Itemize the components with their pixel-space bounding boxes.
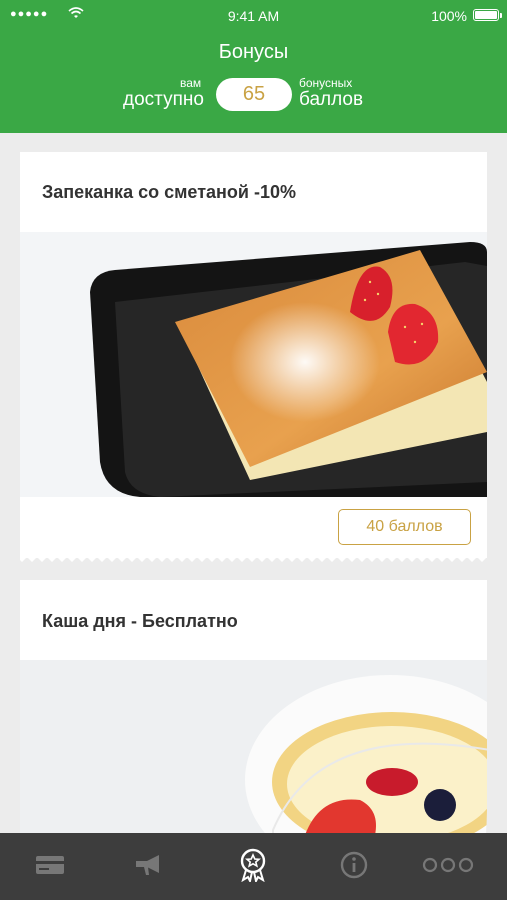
page-title: Бонусы (218, 41, 289, 63)
available-label-small: вам (180, 76, 202, 90)
more-icon (422, 857, 474, 873)
battery-percent: 100% (431, 8, 467, 24)
offer-card[interactable]: Каша дня - Бесплатно (20, 580, 487, 840)
available-label: доступно (123, 89, 204, 110)
tab-promotions[interactable] (120, 843, 180, 887)
redeem-price-button[interactable]: 40 баллов (338, 509, 471, 545)
info-icon (340, 851, 368, 879)
offer-title: Каша дня - Бесплатно (42, 611, 238, 631)
coupon-edge (20, 555, 487, 562)
tab-card[interactable] (20, 843, 80, 887)
tab-info[interactable] (324, 843, 384, 887)
award-icon (240, 848, 266, 882)
megaphone-icon (136, 855, 159, 875)
offer-image-porridge (20, 660, 487, 840)
offer-card[interactable]: Запеканка со сметаной -10% 40 баллов (20, 152, 487, 558)
header: ●●●●● 9:41 AM 100% Бонусы вам доступно 6… (0, 0, 507, 133)
offer-image-casserole (20, 232, 487, 497)
tab-more[interactable] (418, 843, 478, 887)
tab-bonuses[interactable] (223, 843, 283, 887)
points-label-small: бонусных (299, 76, 353, 90)
card-icon (36, 856, 64, 874)
points-label: баллов (299, 89, 364, 110)
points-badge: 65 (216, 78, 292, 111)
status-bar: ●●●●● 9:41 AM 100% (0, 0, 507, 30)
tab-bar (0, 833, 507, 900)
battery-icon (473, 9, 499, 21)
offer-title: Запеканка со сметаной -10% (42, 182, 296, 202)
